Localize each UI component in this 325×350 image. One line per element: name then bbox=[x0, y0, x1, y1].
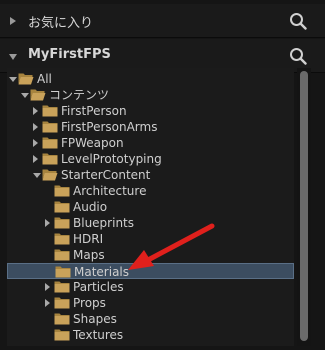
tree-item-label: FirstPerson bbox=[61, 104, 127, 118]
expanded-arrow-icon[interactable] bbox=[9, 54, 17, 60]
tree-item-architecture[interactable]: Architecture bbox=[7, 183, 294, 199]
collapsed-arrow-icon[interactable] bbox=[45, 299, 50, 307]
favorites-section-header[interactable]: お気に入り bbox=[0, 4, 325, 38]
collapsed-arrow-icon[interactable] bbox=[45, 219, 50, 227]
expanded-arrow-icon[interactable] bbox=[21, 93, 29, 98]
collapsed-arrow-icon[interactable] bbox=[45, 283, 50, 291]
tree-item-firstpersonarms[interactable]: FirstPersonArms bbox=[7, 119, 294, 135]
collapsed-arrow-icon[interactable] bbox=[10, 17, 16, 25]
tree-item-startercontent[interactable]: StarterContent bbox=[7, 167, 294, 183]
search-icon[interactable] bbox=[289, 47, 307, 65]
tree-item-label: Maps bbox=[73, 248, 105, 262]
tree-scrollbar[interactable] bbox=[297, 68, 311, 346]
tree-item-[interactable]: コンテンツ bbox=[7, 87, 294, 103]
tree-item-label: All bbox=[37, 72, 52, 86]
project-label: MyFirstFPS bbox=[28, 47, 111, 62]
scrollbar-thumb[interactable] bbox=[300, 71, 308, 341]
tree-item-label: FPWeapon bbox=[61, 136, 124, 150]
tree-item-label: Architecture bbox=[73, 184, 147, 198]
tree-item-label: Props bbox=[73, 296, 106, 310]
tree-item-levelprototyping[interactable]: LevelPrototyping bbox=[7, 151, 294, 167]
collapsed-arrow-icon[interactable] bbox=[33, 107, 38, 115]
tree-item-label: Audio bbox=[73, 200, 108, 214]
favorites-label: お気に入り bbox=[28, 16, 94, 31]
search-icon[interactable] bbox=[289, 12, 307, 30]
tree-item-fpweapon[interactable]: FPWeapon bbox=[7, 135, 294, 151]
tree-item-label: StarterContent bbox=[61, 168, 151, 182]
tree-item-label: コンテンツ bbox=[49, 88, 110, 102]
tree-item-firstperson[interactable]: FirstPerson bbox=[7, 103, 294, 119]
tree-item-all[interactable]: All bbox=[7, 71, 294, 87]
tree-item-label: FirstPersonArms bbox=[61, 120, 158, 134]
tree-item-label: Particles bbox=[73, 280, 124, 294]
tree-item-audio[interactable]: Audio bbox=[7, 199, 294, 215]
tree-item-props[interactable]: Props bbox=[7, 295, 294, 311]
annotation-arrow-icon bbox=[128, 223, 215, 270]
tree-item-label: LevelPrototyping bbox=[61, 152, 162, 166]
collapsed-arrow-icon[interactable] bbox=[33, 155, 38, 163]
tree-item-label: HDRI bbox=[73, 232, 104, 246]
tree-item-shapes[interactable]: Shapes bbox=[7, 311, 294, 327]
expanded-arrow-icon[interactable] bbox=[33, 173, 41, 178]
expanded-arrow-icon[interactable] bbox=[9, 77, 17, 82]
collapsed-arrow-icon[interactable] bbox=[33, 123, 38, 131]
tree-item-particles[interactable]: Particles bbox=[7, 279, 294, 295]
tree-item-label: Shapes bbox=[73, 312, 117, 326]
tree-item-label: Textures bbox=[73, 328, 124, 342]
tree-item-textures[interactable]: Textures bbox=[7, 327, 294, 343]
collapsed-arrow-icon[interactable] bbox=[33, 139, 38, 147]
folder-tree[interactable]: All コンテンツ FirstPerson FirstPersonArms FPWeap… bbox=[7, 68, 294, 346]
